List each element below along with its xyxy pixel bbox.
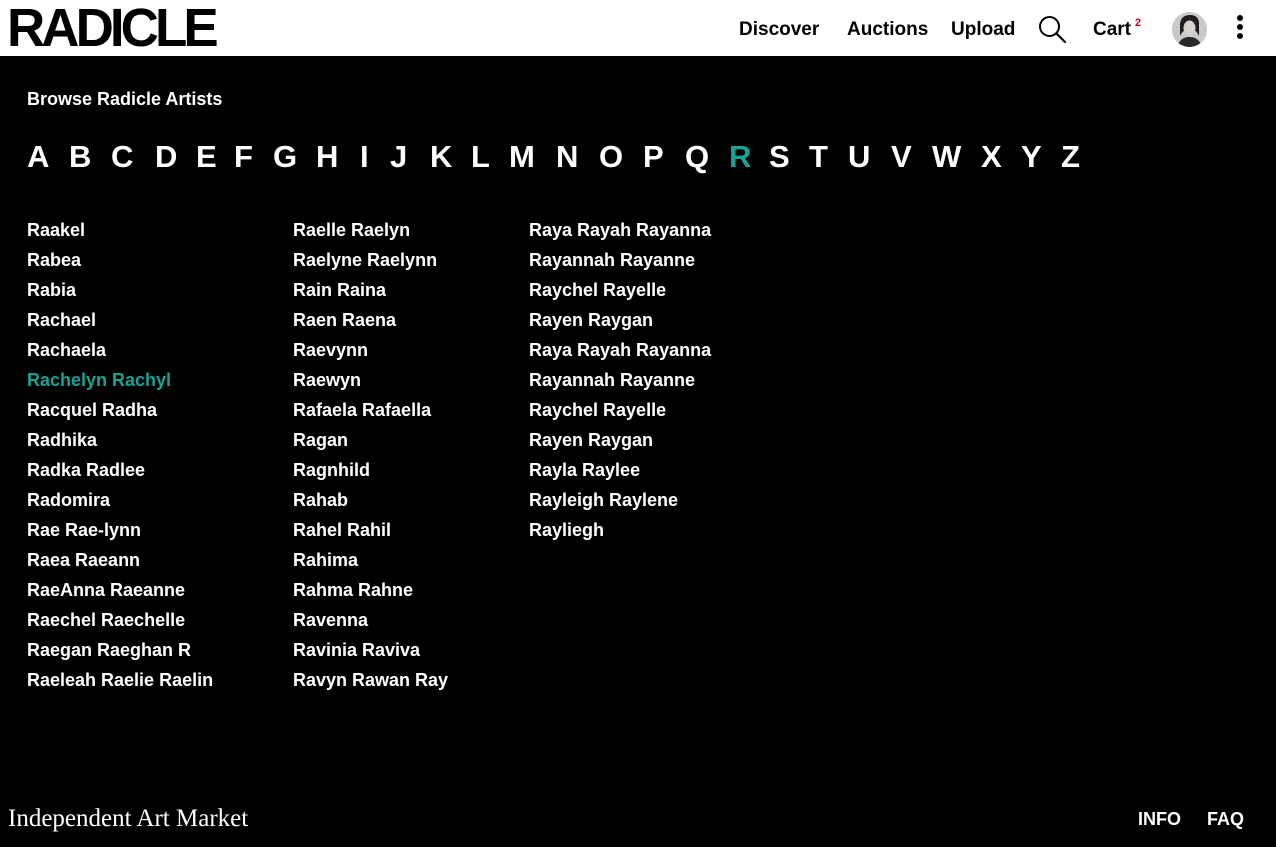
artist-column-3: Raya Rayah Rayanna Rayannah Rayanne Rayche… (529, 215, 711, 545)
artist-link[interactable]: Rabia (27, 275, 213, 305)
nav-auctions[interactable]: Auctions (847, 18, 928, 42)
artist-link[interactable]: Rahel Rahil (293, 515, 448, 545)
artist-link[interactable]: Ravenna (293, 605, 448, 635)
artist-link[interactable]: Rayliegh (529, 515, 711, 545)
artist-link[interactable]: Ragan (293, 425, 448, 455)
letter-a[interactable]: A (27, 138, 49, 176)
artist-link[interactable]: Raechel Raechelle (27, 605, 213, 635)
artist-link[interactable]: Raychel Rayelle (529, 395, 711, 425)
artist-link[interactable]: Rabea (27, 245, 213, 275)
artist-link[interactable]: Rafaela Rafaella (293, 395, 448, 425)
letter-h[interactable]: H (316, 138, 338, 176)
artist-link[interactable]: Rachaela (27, 335, 213, 365)
artist-link[interactable]: Raya Rayah Rayanna (529, 215, 711, 245)
artist-link[interactable]: Raewyn (293, 365, 448, 395)
letter-d[interactable]: D (155, 138, 177, 176)
letter-z[interactable]: Z (1061, 138, 1080, 176)
artist-link[interactable]: Rayannah Rayanne (529, 365, 711, 395)
letter-n[interactable]: N (556, 138, 578, 176)
letter-e[interactable]: E (196, 138, 217, 176)
nav-cart[interactable]: Cart (1093, 18, 1131, 42)
letter-p[interactable]: P (643, 138, 664, 176)
cart-count-badge: 2 (1135, 17, 1142, 29)
artist-link[interactable]: Ravinia Raviva (293, 635, 448, 665)
footer-faq-link[interactable]: FAQ (1207, 808, 1244, 830)
letter-f[interactable]: F (234, 138, 253, 176)
letter-s[interactable]: S (769, 138, 790, 176)
letter-x[interactable]: X (981, 138, 1002, 176)
user-avatar[interactable] (1172, 12, 1207, 47)
footer-tagline: Independent Art Market (8, 805, 249, 832)
letter-t[interactable]: T (809, 138, 828, 176)
artist-link[interactable]: Rayannah Rayanne (529, 245, 711, 275)
artist-link[interactable]: Rachael (27, 305, 213, 335)
artist-link[interactable]: Raya Rayah Rayanna (529, 335, 711, 365)
artist-link[interactable]: Radhika (27, 425, 213, 455)
search-icon[interactable] (1037, 14, 1067, 44)
more-vertical-icon[interactable] (1232, 15, 1248, 43)
artist-column-1: Raakel Rabea Rabia Rachael Rachaela Rachelyn … (27, 215, 213, 695)
letter-u[interactable]: U (848, 138, 870, 176)
artist-link[interactable]: Ravyn Rawan Ray (293, 665, 448, 695)
artist-link[interactable]: Rain Raina (293, 275, 448, 305)
letter-i[interactable]: I (360, 138, 369, 176)
artist-link[interactable]: Rayla Raylee (529, 455, 711, 485)
letter-j[interactable]: J (390, 138, 407, 176)
avatar-image (1172, 12, 1207, 47)
radicle-logo[interactable]: RADICLE (7, 1, 219, 55)
artist-link[interactable]: Raeleah Raelie Raelin (27, 665, 213, 695)
letter-r[interactable]: R (729, 138, 751, 176)
artist-link[interactable]: Raegan Raeghan R (27, 635, 213, 665)
page-title: Browse Radicle Artists (27, 89, 223, 109)
artist-link[interactable]: Raychel Rayelle (529, 275, 711, 305)
artist-column-2: Raelle Raelyn Raelyne Raelynn Rain Raina Ra… (293, 215, 448, 695)
letter-m[interactable]: M (509, 138, 535, 176)
top-header: RADICLE Discover Auctions Upload Cart 2 (0, 0, 1276, 56)
letter-o[interactable]: O (599, 138, 623, 176)
letter-l[interactable]: L (471, 138, 490, 176)
artist-link[interactable]: Raea Raeann (27, 545, 213, 575)
letter-y[interactable]: Y (1021, 138, 1042, 176)
nav-discover[interactable]: Discover (739, 18, 819, 42)
artist-link[interactable]: RaeAnna Raeanne (27, 575, 213, 605)
letter-k[interactable]: K (430, 138, 452, 176)
letter-v[interactable]: V (891, 138, 912, 176)
artist-link[interactable]: Rahma Rahne (293, 575, 448, 605)
letter-b[interactable]: B (69, 138, 91, 176)
artist-link[interactable]: Raelyne Raelynn (293, 245, 448, 275)
artist-link[interactable]: Rahab (293, 485, 448, 515)
artist-link[interactable]: Rayleigh Raylene (529, 485, 711, 515)
artist-link[interactable]: Rayen Raygan (529, 305, 711, 335)
artist-link[interactable]: Radomira (27, 485, 213, 515)
letter-c[interactable]: C (111, 138, 133, 176)
artist-link[interactable]: Raakel (27, 215, 213, 245)
artist-link[interactable]: Racquel Radha (27, 395, 213, 425)
artist-link[interactable]: Rayen Raygan (529, 425, 711, 455)
letter-w[interactable]: W (932, 138, 961, 176)
artist-link[interactable]: Raevynn (293, 335, 448, 365)
footer-info-link[interactable]: INFO (1138, 808, 1181, 830)
artist-link[interactable]: Rachelyn Rachyl (27, 365, 213, 395)
nav-upload[interactable]: Upload (951, 18, 1015, 42)
artist-link[interactable]: Raelle Raelyn (293, 215, 448, 245)
letter-g[interactable]: G (273, 138, 297, 176)
artist-link[interactable]: Ragnhild (293, 455, 448, 485)
letter-q[interactable]: Q (685, 138, 709, 176)
artist-link[interactable]: Rae Rae-lynn (27, 515, 213, 545)
artist-link[interactable]: Rahima (293, 545, 448, 575)
artist-link[interactable]: Raen Raena (293, 305, 448, 335)
artist-link[interactable]: Radka Radlee (27, 455, 213, 485)
